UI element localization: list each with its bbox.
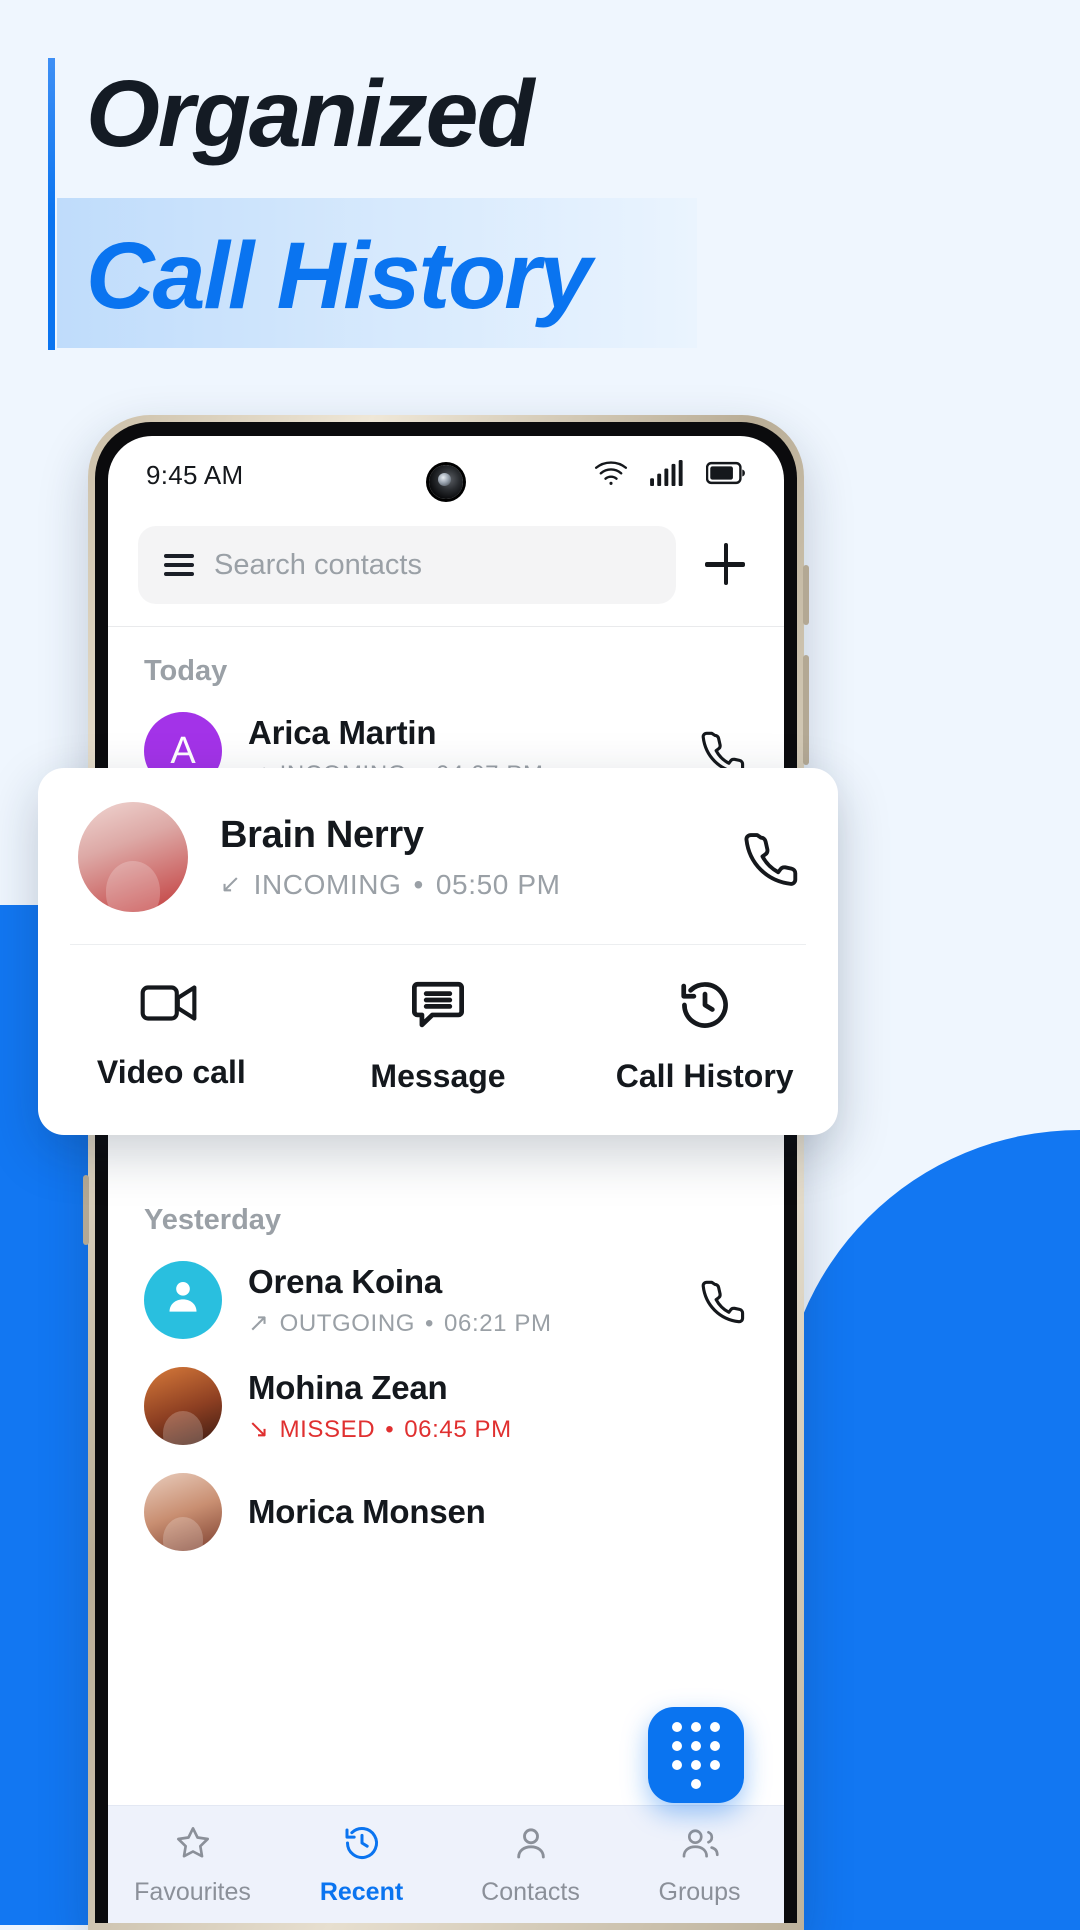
table-row[interactable]: Orena Koina ↗ OUTGOING • 06:21 PM [108, 1247, 784, 1353]
call-time: 05:50 PM [435, 868, 561, 900]
nav-label: Recent [319, 1877, 404, 1906]
contact-action-popup: Brain Nerry ↙ INCOMING • 05:50 PM Video … [38, 768, 838, 1135]
background-blue-shape-right [780, 1130, 1080, 1930]
nav-label: Groups [658, 1877, 741, 1906]
video-camera-icon [140, 979, 202, 1032]
call-meta: ↘ MISSED • 06:45 PM [248, 1416, 748, 1444]
avatar-photo [163, 1410, 203, 1445]
popup-action-call-history[interactable]: Call History [571, 979, 838, 1095]
front-camera-punch-hole [429, 465, 463, 499]
avatar-photo [163, 1516, 203, 1551]
call-meta: ↗ OUTGOING • 06:21 PM [248, 1310, 672, 1338]
status-bar-time: 9:45 AM [146, 459, 244, 490]
avatar-initial: A [170, 729, 196, 772]
avatar [78, 802, 188, 912]
phone-icon[interactable] [698, 1275, 748, 1325]
popup-action-label: Message [370, 1058, 506, 1094]
popup-action-message[interactable]: Message [305, 979, 572, 1095]
popup-action-video-call[interactable]: Video call [38, 979, 305, 1095]
contact-name: Mohina Zean [248, 1368, 448, 1406]
meta-separator: • [425, 1309, 435, 1337]
call-time: 06:45 PM [404, 1415, 512, 1443]
star-icon [173, 1823, 213, 1868]
bottom-navigation-bar: Favourites Recent Contacts Groups [108, 1805, 784, 1923]
nav-tab-groups[interactable]: Groups [615, 1823, 784, 1907]
section-label-today: Today [144, 655, 228, 687]
contact-name: Brain Nerry [220, 813, 424, 856]
dialpad-fab-button[interactable] [648, 1707, 744, 1803]
dialpad-icon [672, 1721, 720, 1789]
table-row[interactable]: Mohina Zean ↘ MISSED • 06:45 PM [108, 1353, 784, 1459]
missed-call-arrow-icon: ↘ [248, 1415, 270, 1443]
call-meta: ↙ INCOMING • 05:50 PM [220, 869, 561, 901]
popup-action-label: Call History [615, 1058, 794, 1094]
meta-separator: • [385, 1415, 395, 1443]
avatar [144, 1473, 222, 1551]
phone-mockup: 9:45 AM Search contacts Today A Arica Ma… [83, 415, 809, 1930]
phone-screen: 9:45 AM Search contacts Today A Arica Ma… [108, 436, 784, 1923]
person-icon [163, 1275, 203, 1325]
people-icon [678, 1823, 722, 1868]
phone-icon[interactable] [740, 826, 802, 888]
cellular-signal-icon [650, 459, 684, 491]
contact-name: Orena Koina [248, 1262, 443, 1300]
search-input[interactable]: Search contacts [138, 526, 676, 604]
headline-line-2: Call History [86, 223, 592, 329]
history-clock-icon [676, 979, 734, 1036]
phone-side-button-volume [803, 655, 809, 765]
nav-tab-favourites[interactable]: Favourites [108, 1823, 277, 1907]
contact-name: Morica Monsen [248, 1493, 486, 1530]
call-direction: MISSED [279, 1415, 376, 1443]
outgoing-arrow-icon: ↗ [248, 1309, 270, 1337]
history-clock-icon [342, 1823, 382, 1868]
call-direction: INCOMING [253, 868, 402, 900]
call-direction: OUTGOING [279, 1309, 416, 1337]
wifi-icon [594, 460, 628, 491]
incoming-arrow-icon: ↙ [220, 870, 242, 898]
table-row[interactable]: Morica Monsen [108, 1459, 784, 1565]
nav-tab-contacts[interactable]: Contacts [446, 1823, 615, 1907]
plus-icon[interactable] [696, 536, 754, 594]
section-label-yesterday: Yesterday [144, 1204, 282, 1236]
phone-side-button-top [803, 565, 809, 625]
nav-label: Favourites [134, 1877, 251, 1906]
popup-action-label: Video call [96, 1054, 246, 1090]
avatar [144, 1261, 222, 1339]
message-bubble-icon [409, 979, 467, 1036]
status-bar: 9:45 AM [108, 436, 784, 514]
headline-line-1: Organized [86, 61, 535, 167]
phone-side-button-left [83, 1175, 89, 1245]
meta-separator: • [413, 868, 424, 900]
search-placeholder: Search contacts [214, 548, 422, 581]
nav-label: Contacts [481, 1877, 580, 1906]
avatar [144, 1367, 222, 1445]
search-row: Search contacts [108, 514, 784, 626]
battery-icon [705, 461, 746, 490]
nav-tab-recent[interactable]: Recent [277, 1823, 446, 1907]
call-time: 06:21 PM [444, 1309, 552, 1337]
avatar-photo [106, 861, 160, 912]
hamburger-menu-icon[interactable] [164, 554, 194, 576]
headline-accent-bar [48, 58, 55, 350]
person-icon [511, 1823, 551, 1868]
contact-name: Arica Martin [248, 713, 437, 751]
